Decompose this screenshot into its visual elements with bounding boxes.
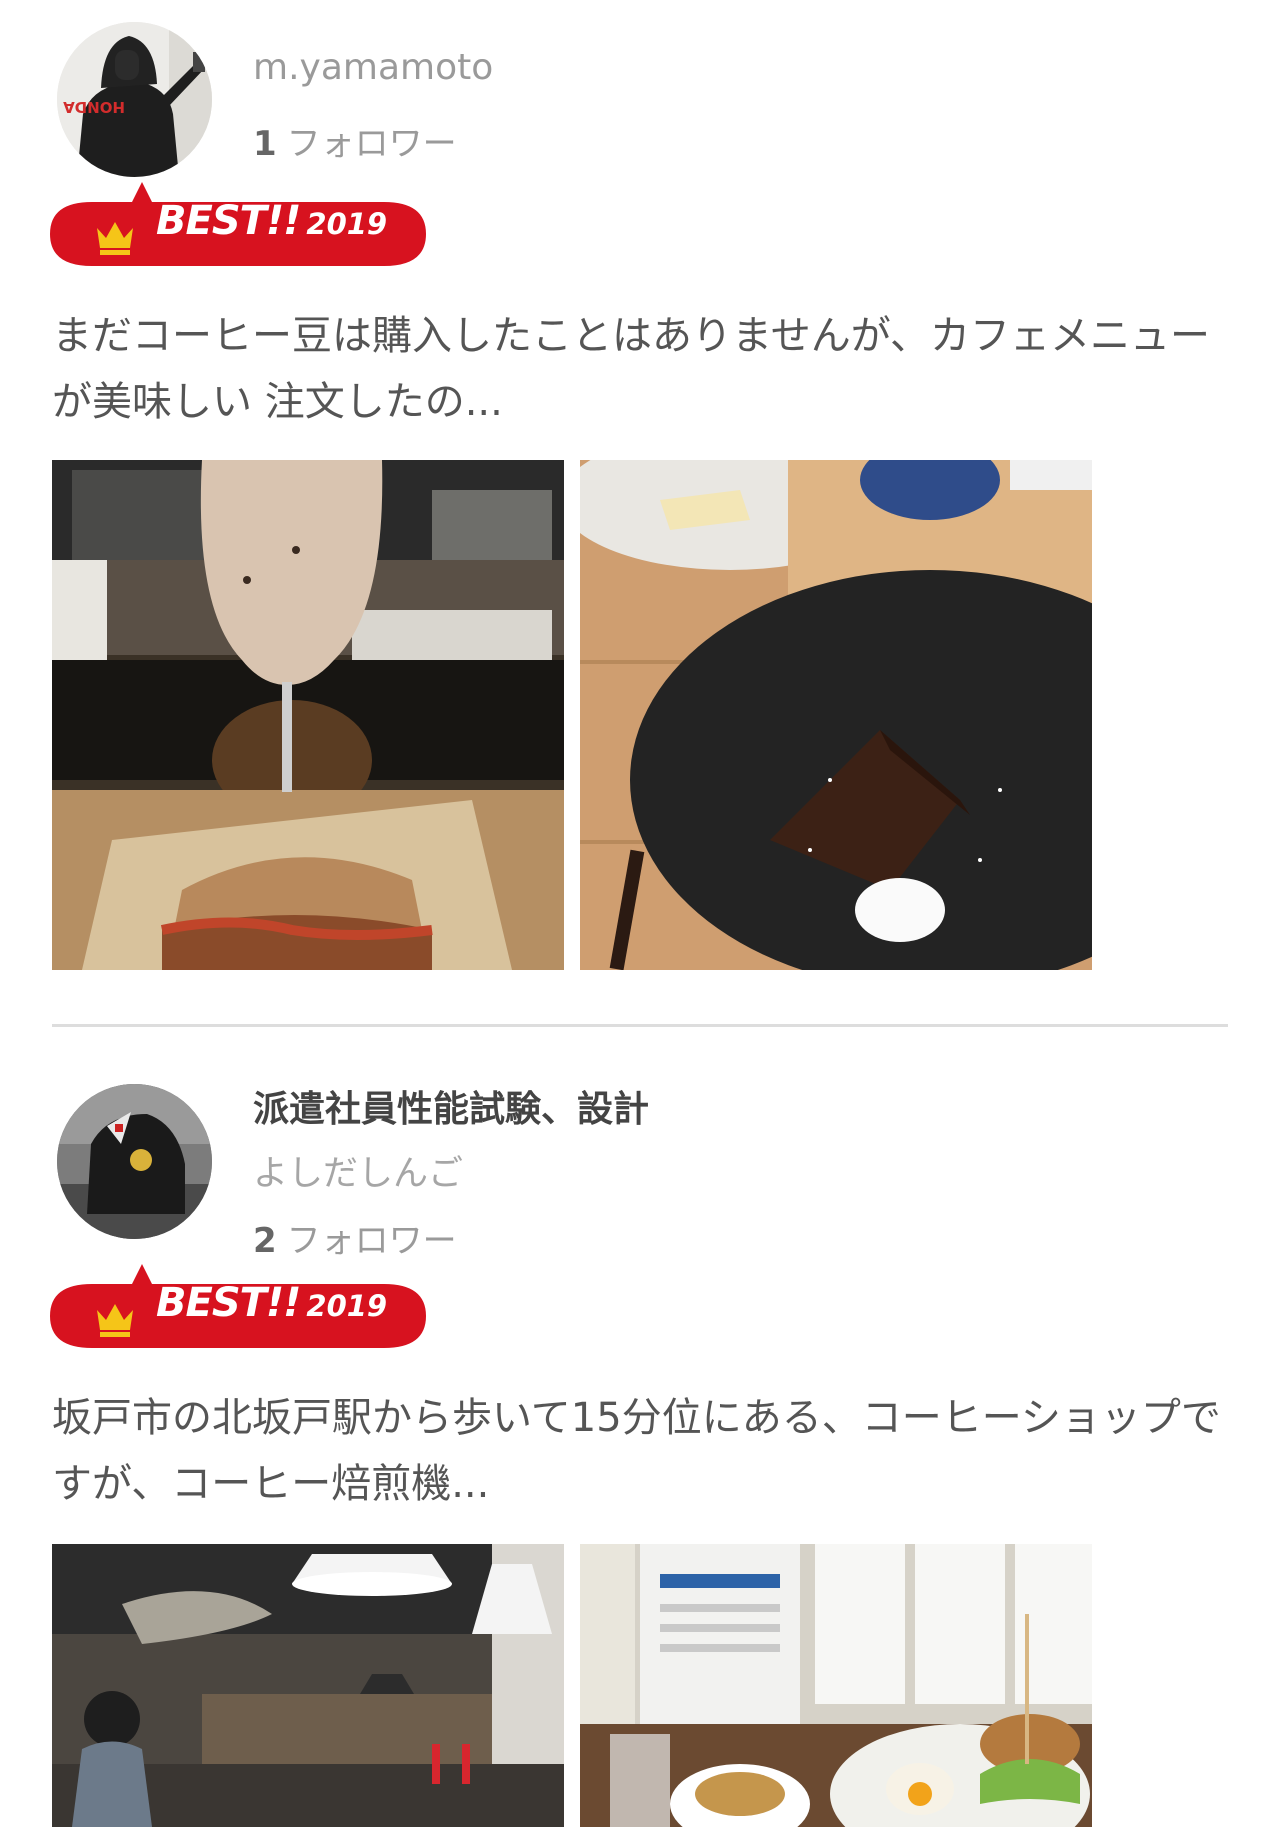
follower-label: フォロワー — [286, 1221, 457, 1261]
review-card: HONDA m.yamamoto 1 フォロワー BEST!! 2019 まだコーヒ… — [0, 0, 1280, 1020]
best-badge: BEST!! 2019 — [50, 1264, 426, 1348]
follower-label: フォロワー — [286, 124, 457, 164]
follower-count: 2 フォロワー — [253, 1213, 457, 1262]
follower-count: 1 フォロワー — [253, 116, 457, 165]
review-photo-cafe-counter[interactable] — [52, 1544, 564, 1827]
follower-number: 2 — [253, 1221, 277, 1261]
review-photo-menu-and-meal[interactable] — [580, 1544, 1092, 1827]
badge-year: 2019 — [306, 1289, 388, 1323]
review-photo-chocolate-cake[interactable] — [580, 460, 1092, 970]
user-avatar[interactable] — [57, 1084, 212, 1239]
user-name[interactable]: m.yamamoto — [253, 47, 493, 88]
review-divider — [52, 1024, 1228, 1027]
review-card: 派遣社員性能試験、設計 よしだしんご 2 フォロワー BEST!! 2019 坂戸市… — [0, 1030, 1280, 1827]
crown-icon — [97, 222, 133, 255]
badge-best: BEST!! — [156, 1280, 301, 1326]
badge-best: BEST!! — [156, 198, 301, 244]
best-badge: BEST!! 2019 — [50, 182, 426, 266]
crown-icon — [97, 1304, 133, 1337]
badge-year: 2019 — [306, 207, 388, 241]
user-name[interactable]: よしだしんご — [253, 1145, 463, 1196]
user-avatar[interactable]: HONDA — [57, 22, 212, 177]
follower-number: 1 — [253, 124, 277, 164]
review-photo-drink-burger[interactable] — [52, 460, 564, 970]
user-title[interactable]: 派遣社員性能試験、設計 — [253, 1080, 649, 1132]
review-comment[interactable]: 坂戸市の北坂戸駅から歩いて15分位にある、コーヒーショップですが、コーヒー焙煎機… — [52, 1385, 1232, 1517]
svg-text:HONDA: HONDA — [63, 98, 125, 116]
badge-label: BEST!! 2019 — [156, 198, 387, 244]
badge-label: BEST!! 2019 — [156, 1280, 387, 1326]
review-comment[interactable]: まだコーヒー豆は購入したことはありませんが、カフェメニューが美味しい 注文したの… — [52, 303, 1232, 435]
